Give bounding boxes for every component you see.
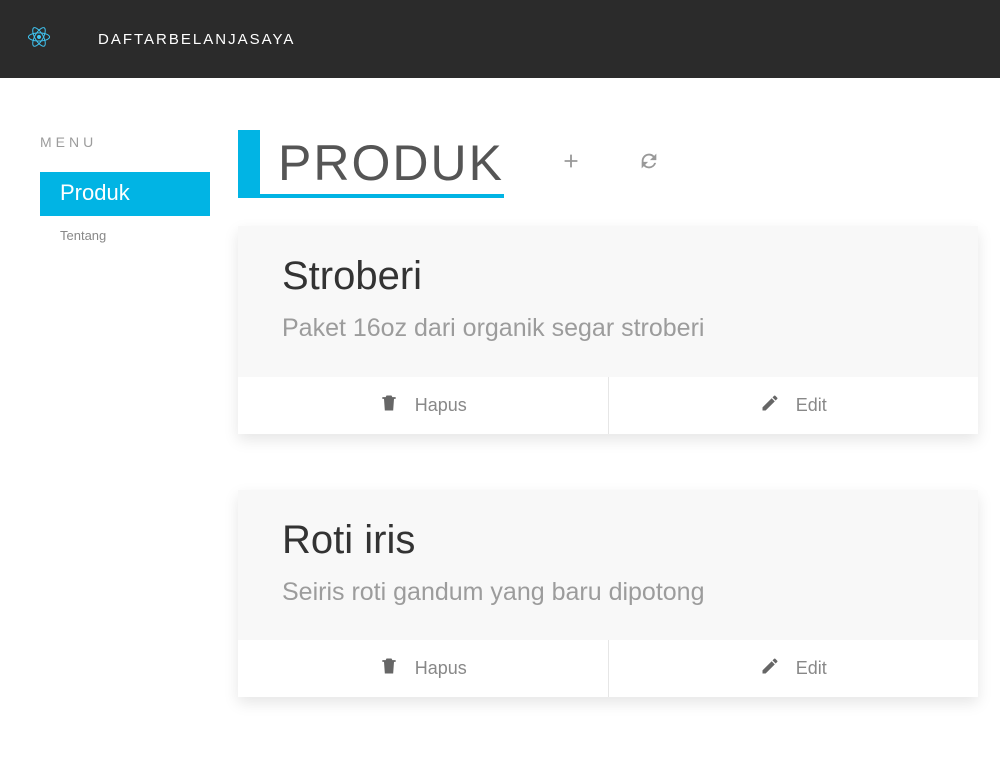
product-card: Stroberi Paket 16oz dari organik segar s… [238, 226, 978, 434]
product-description: Seiris roti gandum yang baru dipotong [282, 569, 938, 617]
main-panel: PRODUK Stroberi Paket 16oz dari or [238, 134, 978, 697]
sidebar-item-label: Produk [60, 180, 130, 205]
sidebar-item-tentang[interactable]: Tentang [40, 216, 210, 255]
sidebar: MENU Produk Tentang [40, 134, 210, 697]
trash-icon [379, 393, 399, 418]
delete-label: Hapus [415, 395, 467, 416]
app-header: DAFTARBELANJASAYA [0, 0, 1000, 78]
sidebar-item-label: Tentang [60, 228, 106, 243]
refresh-button[interactable] [638, 150, 660, 177]
page-heading-box: PRODUK [238, 134, 504, 198]
edit-button[interactable]: Edit [608, 377, 979, 434]
edit-button[interactable]: Edit [608, 640, 979, 697]
edit-icon [760, 393, 780, 418]
page-title: PRODUK [278, 134, 504, 192]
delete-button[interactable]: Hapus [238, 640, 608, 697]
sidebar-item-produk[interactable]: Produk [40, 172, 210, 216]
product-name: Roti iris [282, 518, 938, 563]
edit-icon [760, 656, 780, 681]
edit-label: Edit [796, 395, 827, 416]
product-name: Stroberi [282, 254, 938, 299]
product-card: Roti iris Seiris roti gandum yang baru d… [238, 490, 978, 698]
add-product-button[interactable] [560, 150, 582, 177]
refresh-icon [638, 159, 660, 176]
sidebar-label: MENU [40, 134, 210, 150]
react-logo-icon [20, 18, 58, 61]
edit-label: Edit [796, 658, 827, 679]
plus-icon [560, 159, 582, 176]
delete-button[interactable]: Hapus [238, 377, 608, 434]
product-description: Paket 16oz dari organik segar stroberi [282, 305, 938, 353]
delete-label: Hapus [415, 658, 467, 679]
app-title: DAFTARBELANJASAYA [98, 31, 295, 48]
page-heading: PRODUK [238, 134, 978, 198]
trash-icon [379, 656, 399, 681]
